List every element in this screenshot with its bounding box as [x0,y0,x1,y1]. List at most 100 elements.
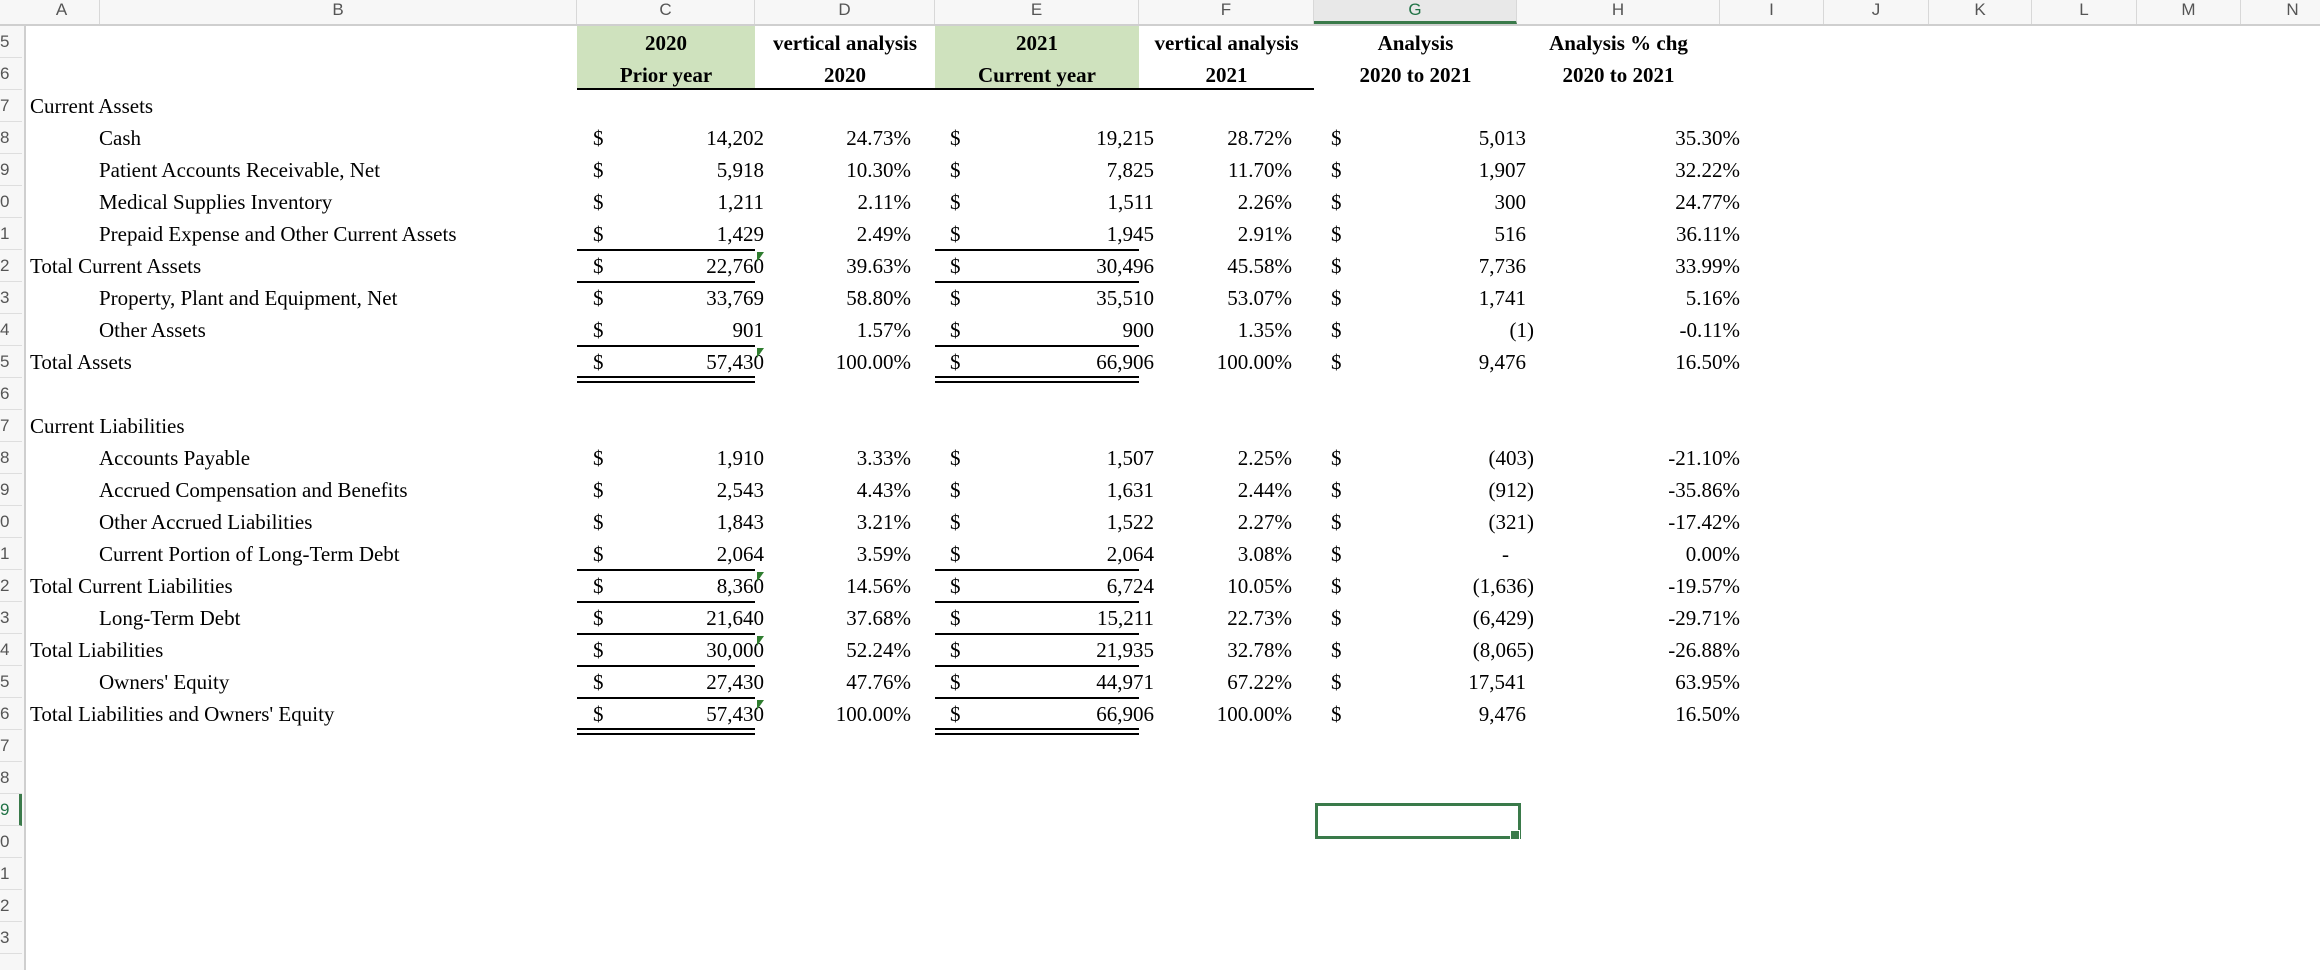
row-header[interactable]: 3 [0,602,22,634]
vertical-2021[interactable]: 3.08% [1238,538,1292,570]
value-2021[interactable]: 66,906 [1096,346,1154,378]
row-label[interactable]: Prepaid Expense and Other Current Assets [99,218,457,250]
value-2020[interactable]: 901 [733,314,765,346]
change-percent[interactable]: -19.57% [1668,570,1740,602]
row-label[interactable]: Other Assets [99,314,206,346]
vertical-2021[interactable]: 67.22% [1227,666,1292,698]
row-label[interactable]: Long-Term Debt [99,602,240,634]
value-2021[interactable]: 900 [1123,314,1155,346]
column-header-l[interactable]: L [2032,0,2137,24]
error-indicator-icon[interactable] [757,252,764,262]
change-amount[interactable]: (912) [1489,474,1535,506]
value-2020[interactable]: 1,910 [717,442,764,474]
change-amount[interactable]: 17,541 [1468,666,1526,698]
vertical-2020[interactable]: 24.73% [846,122,911,154]
row-label[interactable]: Patient Accounts Receivable, Net [99,154,380,186]
vertical-2021[interactable]: 10.05% [1227,570,1292,602]
column-header-j[interactable]: J [1824,0,1929,24]
value-2021[interactable]: 19,215 [1096,122,1154,154]
error-indicator-icon[interactable] [757,700,764,710]
change-percent[interactable]: -35.86% [1668,474,1740,506]
change-percent[interactable]: 5.16% [1686,282,1740,314]
row-header[interactable]: 0 [0,506,22,538]
vertical-2020[interactable]: 58.80% [846,282,911,314]
change-amount[interactable]: (8,065) [1473,634,1534,666]
change-percent[interactable]: -26.88% [1668,634,1740,666]
error-indicator-icon[interactable] [757,636,764,646]
row-header[interactable]: 1 [0,218,22,250]
row-label[interactable]: Accrued Compensation and Benefits [99,474,408,506]
column-header-m[interactable]: M [2137,0,2241,24]
value-2021[interactable]: 6,724 [1107,570,1154,602]
row-header[interactable]: 5 [0,346,22,378]
row-header[interactable]: 2 [0,250,22,282]
value-2020[interactable]: 1,843 [717,506,764,538]
change-amount[interactable]: (403) [1489,442,1535,474]
value-2021[interactable]: 2,064 [1107,538,1154,570]
column-header-d[interactable]: D [755,0,935,24]
value-2021[interactable]: 1,945 [1107,218,1154,250]
row-label[interactable]: Total Assets [30,346,132,378]
row-header[interactable]: 8 [0,122,22,154]
vertical-2020[interactable]: 1.57% [857,314,911,346]
value-2021[interactable]: 35,510 [1096,282,1154,314]
vertical-2021[interactable]: 2.27% [1238,506,1292,538]
value-2021[interactable]: 1,522 [1107,506,1154,538]
row-header[interactable]: 4 [0,314,22,346]
row-label[interactable]: Total Liabilities and Owners' Equity [30,698,334,730]
value-2021[interactable]: 21,935 [1096,634,1154,666]
change-percent[interactable]: 33.99% [1675,250,1740,282]
change-amount[interactable]: 5,013 [1479,122,1526,154]
value-2021[interactable]: 44,971 [1096,666,1154,698]
fill-handle[interactable] [1510,830,1520,840]
row-header[interactable]: 1 [0,858,22,890]
value-2020[interactable]: 33,769 [706,282,764,314]
row-header[interactable]: 0 [0,186,22,218]
change-amount[interactable]: 9,476 [1479,698,1526,730]
row-label[interactable]: Current Liabilities [30,410,185,442]
error-indicator-icon[interactable] [757,348,764,358]
value-2020[interactable]: 22,760 [706,250,764,282]
change-percent[interactable]: -17.42% [1668,506,1740,538]
column-header-c[interactable]: C [577,0,755,24]
vertical-2020[interactable]: 100.00% [836,698,911,730]
vertical-2020[interactable]: 37.68% [846,602,911,634]
vertical-2021[interactable]: 28.72% [1227,122,1292,154]
change-percent[interactable]: 16.50% [1675,698,1740,730]
row-header[interactable]: 7 [0,730,22,762]
value-2020[interactable]: 1,211 [718,186,764,218]
value-2020[interactable]: 57,430 [706,346,764,378]
vertical-2021[interactable]: 45.58% [1227,250,1292,282]
value-2020[interactable]: 57,430 [706,698,764,730]
row-header[interactable]: 1 [0,538,22,570]
row-header[interactable]: 5 [0,666,22,698]
vertical-2021[interactable]: 2.25% [1238,442,1292,474]
vertical-2020[interactable]: 2.49% [857,218,911,250]
vertical-2021[interactable]: 2.26% [1238,186,1292,218]
change-amount[interactable]: (1) [1510,314,1535,346]
value-2021[interactable]: 1,631 [1107,474,1154,506]
vertical-2020[interactable]: 3.59% [857,538,911,570]
value-2020[interactable]: 5,918 [717,154,764,186]
row-header[interactable]: 8 [0,442,22,474]
change-percent[interactable]: 63.95% [1675,666,1740,698]
value-2021[interactable]: 1,511 [1108,186,1154,218]
row-label[interactable]: Total Current Liabilities [30,570,233,602]
column-header-i[interactable]: I [1720,0,1824,24]
column-header-f[interactable]: F [1139,0,1314,24]
value-2021[interactable]: 30,496 [1096,250,1154,282]
change-percent[interactable]: 16.50% [1675,346,1740,378]
change-amount[interactable]: (1,636) [1473,570,1534,602]
row-label[interactable]: Medical Supplies Inventory [99,186,332,218]
change-amount[interactable]: - [1502,538,1509,570]
row-header[interactable]: 8 [0,762,22,794]
row-label[interactable]: Cash [99,122,141,154]
change-percent[interactable]: -0.11% [1680,314,1740,346]
row-header[interactable]: 2 [0,890,22,922]
row-label[interactable]: Current Portion of Long-Term Debt [99,538,400,570]
vertical-2021[interactable]: 2.44% [1238,474,1292,506]
row-label[interactable]: Total Liabilities [30,634,163,666]
value-2021[interactable]: 66,906 [1096,698,1154,730]
vertical-2021[interactable]: 32.78% [1227,634,1292,666]
vertical-2021[interactable]: 100.00% [1217,698,1292,730]
